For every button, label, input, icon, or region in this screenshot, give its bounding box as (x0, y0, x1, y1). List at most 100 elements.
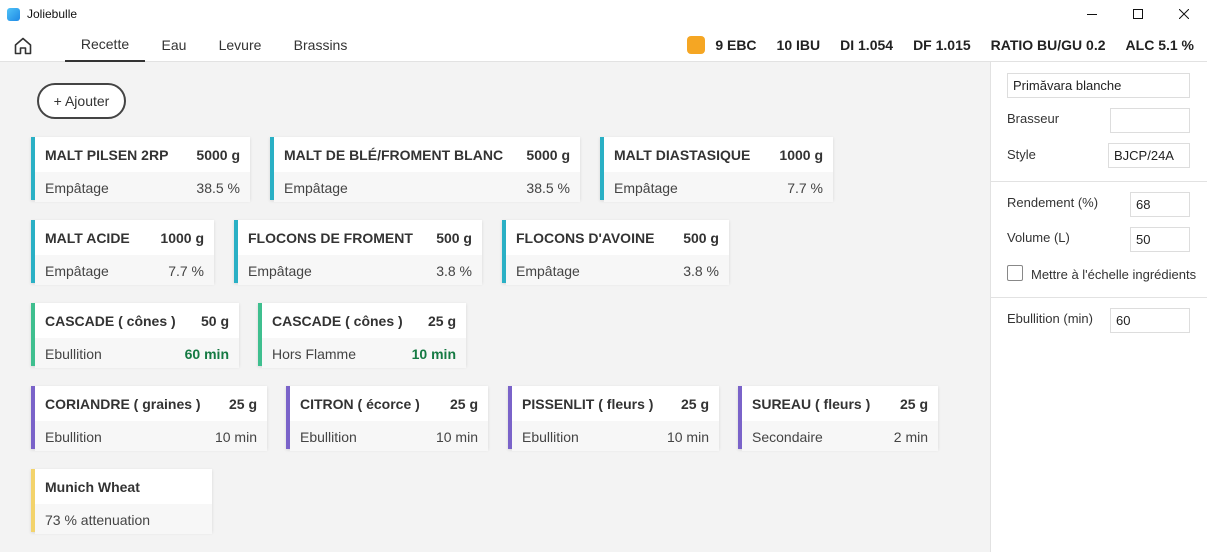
ingredient-card[interactable]: CASCADE ( cônes ) 25 g Hors Flamme 10 min (258, 303, 466, 368)
ingredient-name: MALT DIASTASIQUE (614, 147, 751, 163)
close-button[interactable] (1161, 0, 1207, 28)
recipe-properties-panel: Primăvara blanche Brasseur Style BJCP/24… (990, 62, 1207, 552)
ingredient-value: 10 min (666, 429, 709, 445)
ingredient-step: Empâtage (45, 180, 109, 196)
ingredient-step: Empâtage (614, 180, 678, 196)
ingredient-value: 60 min (184, 346, 229, 362)
ingredient-card[interactable]: MALT PILSEN 2RP 5000 g Empâtage 38.5 % (31, 137, 250, 202)
ingredient-step: Empâtage (284, 180, 348, 196)
ingredient-name: CASCADE ( cônes ) (45, 313, 176, 329)
ingredient-step: Empâtage (45, 263, 109, 279)
volume-input[interactable]: 50 (1130, 227, 1190, 252)
close-icon (1179, 9, 1189, 19)
title-bar: Joliebulle (0, 0, 1207, 28)
home-button[interactable] (13, 36, 33, 56)
ingredient-step: Empâtage (516, 263, 580, 279)
ingredient-step: Ebullition (300, 429, 357, 445)
ingredient-card[interactable]: CITRON ( écorce ) 25 g Ebullition 10 min (286, 386, 488, 451)
minimize-button[interactable] (1069, 0, 1115, 28)
efficiency-label: Rendement (%) (1007, 195, 1099, 210)
ingredient-amount: 25 g (680, 396, 709, 412)
scale-ingredients-label: Mettre à l'échelle ingrédients (1031, 267, 1197, 282)
ingredient-value: 3.8 % (683, 263, 719, 279)
boil-time-input[interactable]: 60 (1110, 308, 1190, 333)
volume-label: Volume (L) (1007, 230, 1070, 245)
efficiency-input[interactable]: 68 (1130, 192, 1190, 217)
ingredient-name: MALT ACIDE (45, 230, 130, 246)
ingredient-amount: 1000 g (160, 230, 204, 246)
yeast-card[interactable]: Munich Wheat 73 % attenuation (31, 469, 212, 534)
ingredient-amount: 25 g (228, 396, 257, 412)
ingredient-value: 2 min (893, 429, 928, 445)
tab-levure[interactable]: Levure (210, 28, 270, 62)
ingredient-name: FLOCONS DE FROMENT (248, 230, 413, 246)
ingredient-value: 10 min (214, 429, 257, 445)
ingredient-value: 3.8 % (436, 263, 472, 279)
ingredient-value: 10 min (411, 346, 456, 362)
ingredient-card[interactable]: CORIANDRE ( graines ) 25 g Ebullition 10 m… (31, 386, 267, 451)
maximize-button[interactable] (1115, 0, 1161, 28)
ingredient-step: Ebullition (45, 346, 102, 362)
ingredient-card[interactable]: MALT DIASTASIQUE 1000 g Empâtage 7.7 % (600, 137, 833, 202)
ingredient-amount: 500 g (683, 230, 719, 246)
window-title: Joliebulle (27, 7, 78, 21)
ingredient-card[interactable]: MALT ACIDE 1000 g Empâtage 7.7 % (31, 220, 214, 285)
ingredient-value: 38.5 % (526, 180, 570, 196)
home-icon (14, 37, 32, 55)
tab-recette[interactable]: Recette (65, 28, 145, 62)
scale-ingredients-checkbox[interactable] (1007, 265, 1023, 281)
ingredient-card[interactable]: FLOCONS D'AVOINE 500 g Empâtage 3.8 % (502, 220, 729, 285)
brewer-label: Brasseur (1007, 111, 1060, 126)
ingredient-card[interactable]: CASCADE ( cônes ) 50 g Ebullition 60 min (31, 303, 239, 368)
ingredient-value: 10 min (435, 429, 478, 445)
ingredient-name: FLOCONS D'AVOINE (516, 230, 655, 246)
app-icon (7, 7, 20, 21)
ingredient-amount: 25 g (899, 396, 928, 412)
ingredient-amount: 25 g (449, 396, 478, 412)
ibu-stat: 10 IBU (776, 37, 821, 53)
ingredient-value: 38.5 % (196, 180, 240, 196)
boil-time-label: Ebullition (min) (1007, 311, 1093, 326)
add-ingredient-button[interactable]: + Ajouter (37, 83, 126, 119)
ingredient-amount: 500 g (436, 230, 472, 246)
ingredient-step: Ebullition (45, 429, 102, 445)
recipe-stats: 9 EBC 10 IBU DI 1.054 DF 1.015 RATIO BU/… (687, 28, 1194, 62)
ingredient-name: CITRON ( écorce ) (300, 396, 420, 412)
ingredient-step: Secondaire (752, 429, 823, 445)
ingredient-amount: 50 g (200, 313, 229, 329)
ingredient-amount: 25 g (427, 313, 456, 329)
df-stat: DF 1.015 (913, 37, 971, 53)
divider (991, 181, 1207, 182)
ingredient-name: Munich Wheat (45, 479, 140, 495)
di-stat: DI 1.054 (840, 37, 894, 53)
alc-stat: ALC 5.1 % (1125, 37, 1194, 53)
ingredient-step: Ebullition (522, 429, 579, 445)
window-controls (1069, 0, 1207, 28)
ingredient-step: 73 % attenuation (45, 512, 151, 528)
ingredient-card[interactable]: MALT DE BLÉ/FROMENT BLANC 5000 g Empâtage… (270, 137, 580, 202)
ingredient-card[interactable]: SUREAU ( fleurs ) 25 g Secondaire 2 min (738, 386, 938, 451)
divider (991, 297, 1207, 298)
tab-eau[interactable]: Eau (150, 28, 198, 62)
ebc-stat: 9 EBC (715, 37, 757, 53)
ingredient-value: 7.7 % (168, 263, 204, 279)
ingredient-value: 7.7 % (787, 180, 823, 196)
ingredient-amount: 5000 g (196, 147, 240, 163)
ingredient-name: CORIANDRE ( graines ) (45, 396, 201, 412)
ingredient-name: MALT DE BLÉ/FROMENT BLANC (284, 147, 504, 163)
ingredients-panel: + Ajouter MALT PILSEN 2RP 5000 g Empâtage… (0, 62, 990, 552)
style-label: Style (1007, 147, 1036, 162)
recipe-name-input[interactable]: Primăvara blanche (1007, 73, 1190, 98)
style-input[interactable]: BJCP/24A (1108, 143, 1190, 168)
ebc-color-swatch (687, 36, 706, 54)
ingredient-card[interactable]: FLOCONS DE FROMENT 500 g Empâtage 3.8 % (234, 220, 482, 285)
ingredient-card[interactable]: PISSENLIT ( fleurs ) 25 g Ebullition 10 mi… (508, 386, 719, 451)
ingredient-step: Hors Flamme (272, 346, 357, 362)
tab-brassins[interactable]: Brassins (283, 28, 358, 62)
nav-bar: Recette Eau Levure Brassins 9 EBC 10 IBU… (0, 28, 1207, 62)
brewer-input[interactable] (1110, 108, 1190, 133)
minimize-icon (1087, 14, 1097, 15)
ratio-stat: RATIO BU/GU 0.2 (990, 37, 1106, 53)
maximize-icon (1133, 9, 1143, 19)
ingredient-name: CASCADE ( cônes ) (272, 313, 403, 329)
